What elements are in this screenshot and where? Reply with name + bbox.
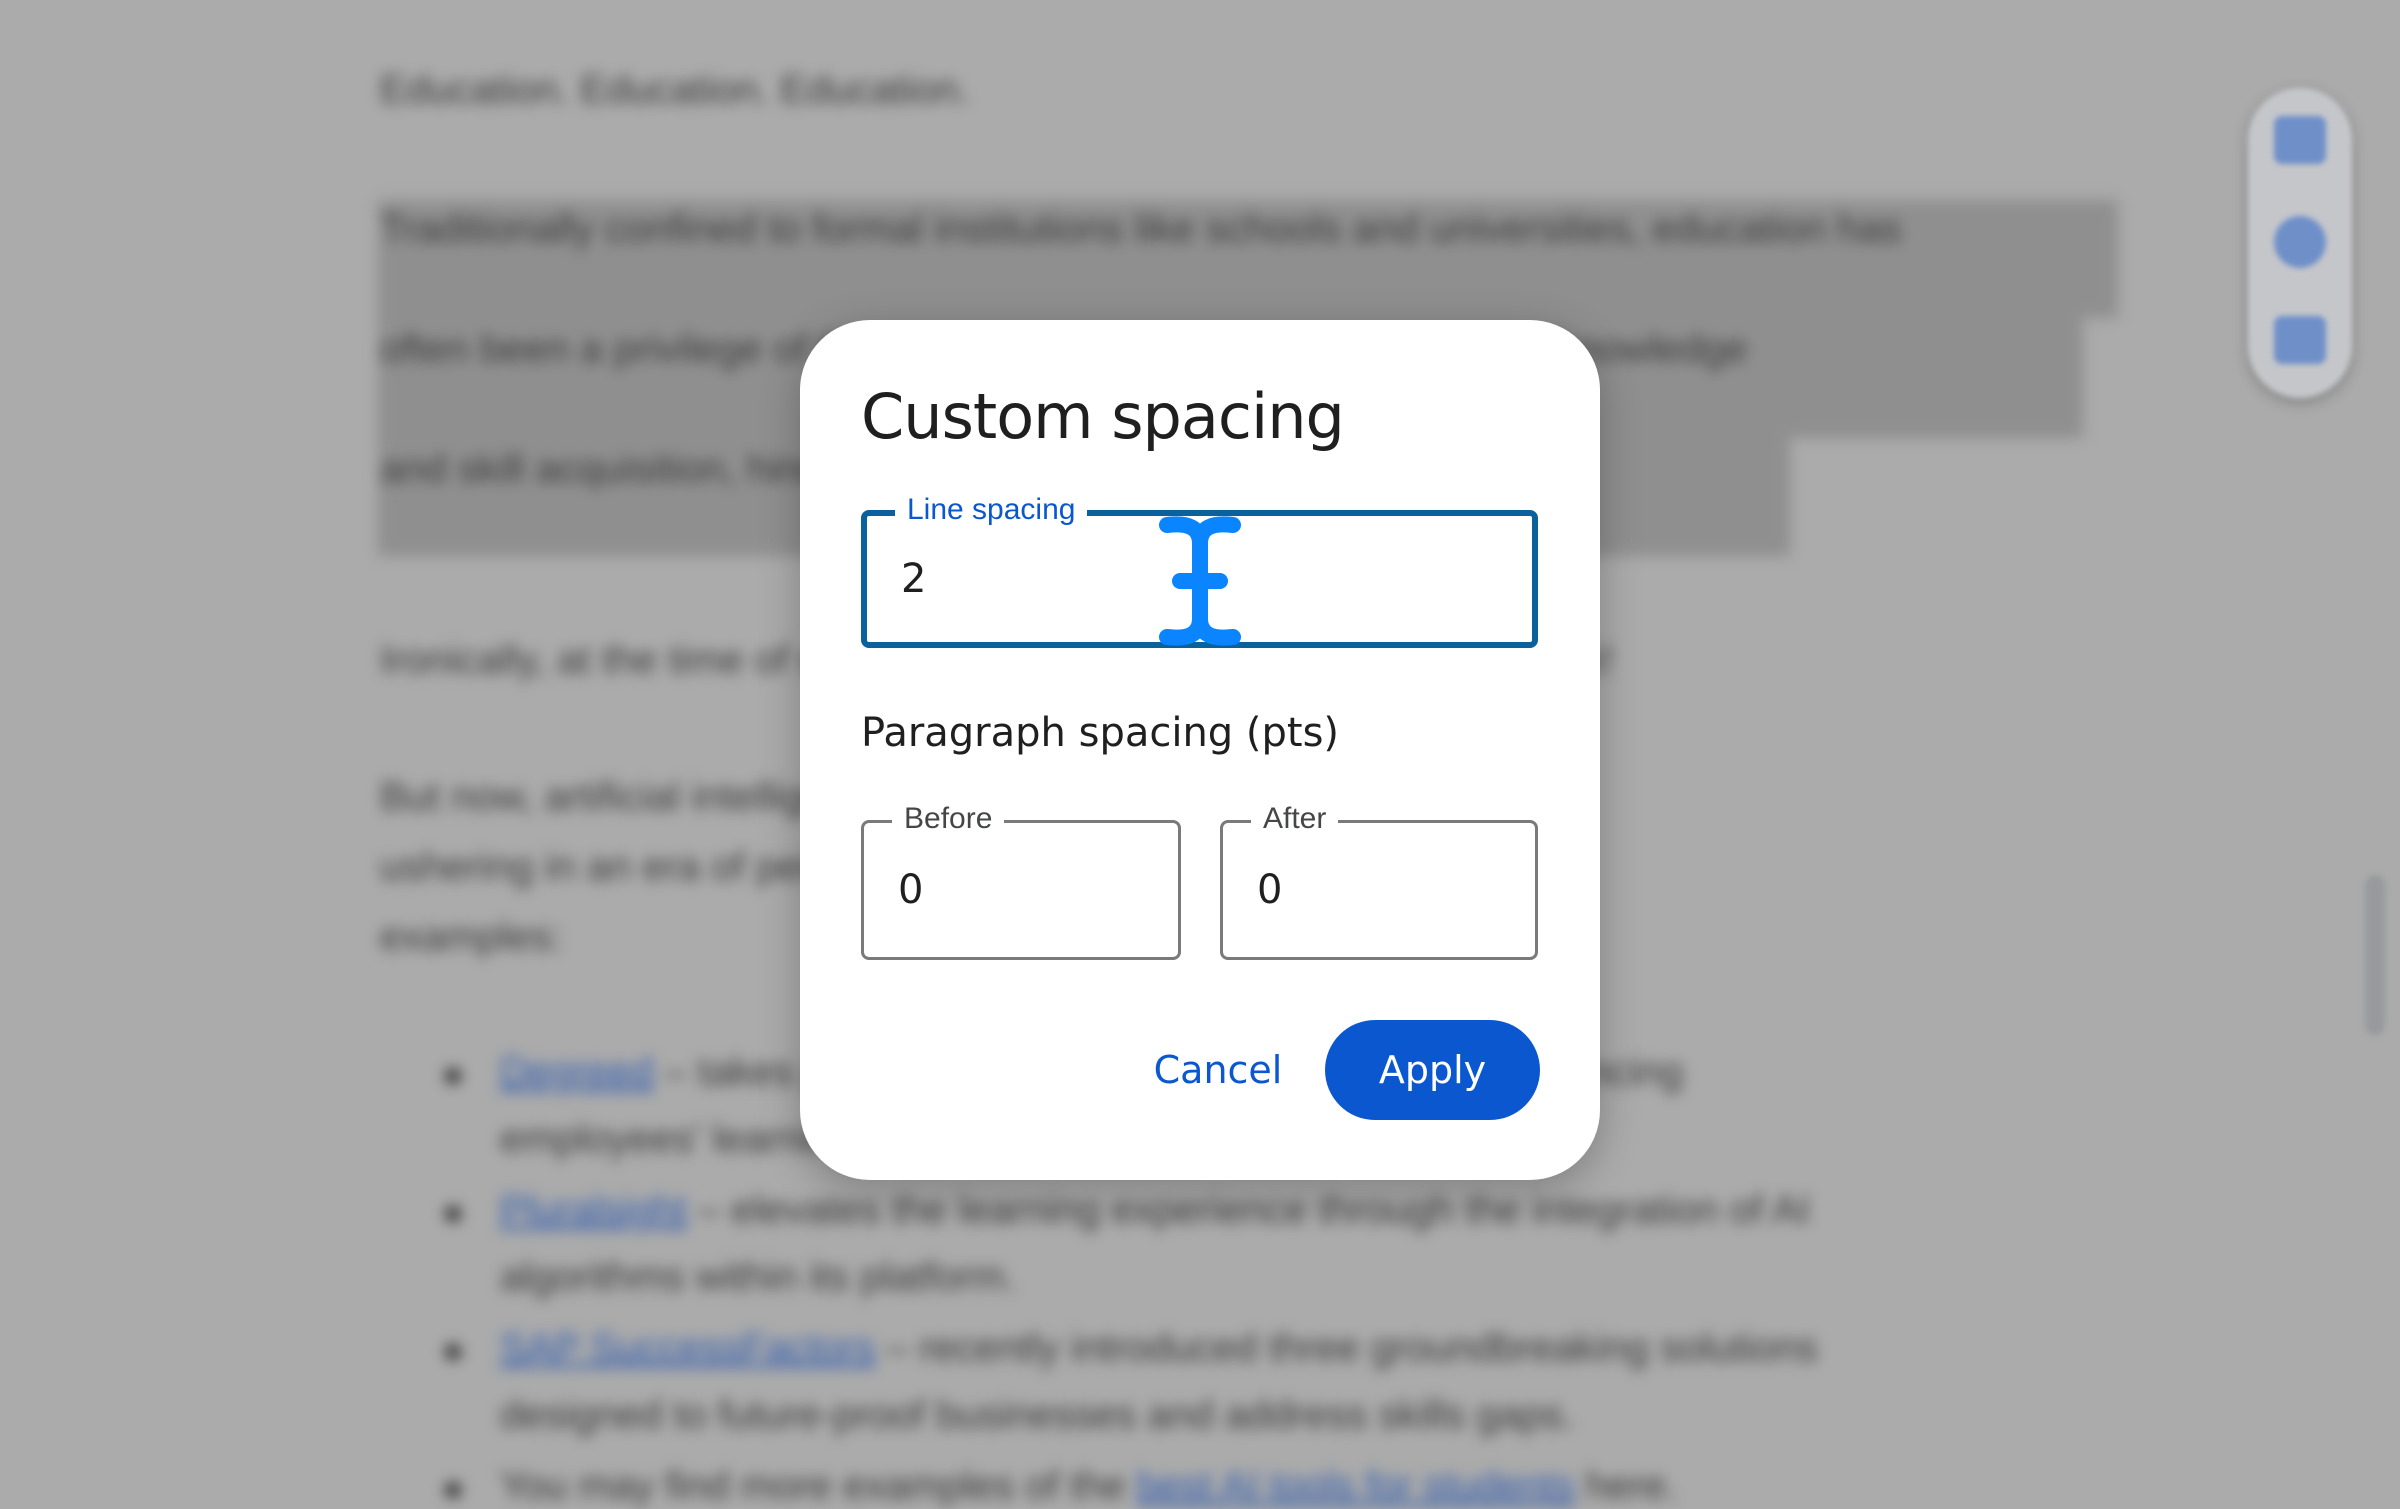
list-item: You may find more examples of the best A… xyxy=(500,1464,1677,1508)
list-item: Pluralsight – elevates the learning expe… xyxy=(500,1188,1810,1232)
after-spacing-field[interactable]: After xyxy=(1220,801,1538,960)
after-spacing-input[interactable] xyxy=(1257,823,1509,957)
suggest-edits-icon[interactable] xyxy=(2274,316,2326,364)
side-action-rail xyxy=(2248,88,2352,398)
cancel-button[interactable]: Cancel xyxy=(1152,1020,1284,1120)
before-spacing-field[interactable]: Before xyxy=(861,801,1181,960)
before-spacing-input[interactable] xyxy=(898,823,1152,957)
doc-heading-line: Education. Education. Education. xyxy=(380,68,970,112)
list-item-link[interactable]: best AI tools for students xyxy=(1137,1464,1575,1508)
list-bullet xyxy=(445,1068,461,1084)
paragraph-spacing-heading: Paragraph spacing (pts) xyxy=(861,710,1340,756)
text-cursor-icon xyxy=(1159,516,1241,646)
list-item-continuation: algorithms within its platform. xyxy=(500,1255,1016,1299)
list-bullet xyxy=(445,1482,461,1498)
doc-paragraph-line: examples: xyxy=(380,915,563,959)
apply-button[interactable]: Apply xyxy=(1325,1020,1540,1120)
doc-paragraph-line: Traditionally confined to formal institu… xyxy=(380,207,1902,251)
dialog-title: Custom spacing xyxy=(861,380,1345,453)
add-comment-icon[interactable] xyxy=(2274,116,2326,164)
list-bullet xyxy=(445,1344,461,1360)
add-emoji-reaction-icon[interactable] xyxy=(2274,216,2326,268)
list-item-continuation: designed to future-proof businesses and … xyxy=(500,1393,1574,1437)
list-item-link[interactable]: SAP SuccessFactors xyxy=(500,1326,875,1370)
list-item-link[interactable]: Pluralsight xyxy=(500,1188,687,1232)
list-item-link[interactable]: Degreed xyxy=(500,1050,653,1094)
list-item: SAP SuccessFactors – recently introduced… xyxy=(500,1326,1818,1370)
vertical-scrollbar[interactable] xyxy=(2365,875,2385,1035)
custom-spacing-dialog: Custom spacing Line spacing Paragraph sp… xyxy=(800,320,1600,1180)
list-bullet xyxy=(445,1206,461,1222)
